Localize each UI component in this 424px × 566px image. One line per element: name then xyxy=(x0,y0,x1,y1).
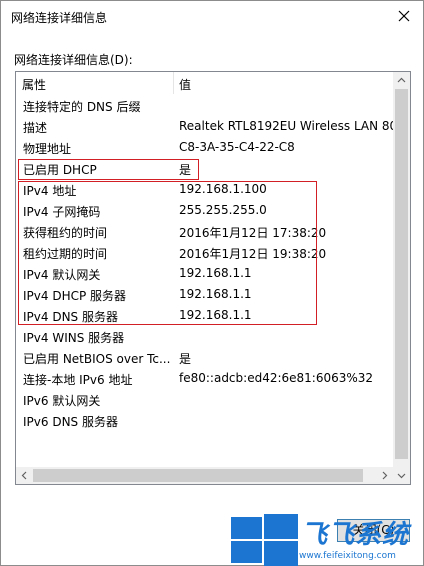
table-row[interactable]: 连接-本地 IPv6 地址 fe80::adcb:ed42:6e81:6063%3… xyxy=(16,368,396,389)
horizontal-scrollbar[interactable] xyxy=(16,467,393,484)
close-icon[interactable] xyxy=(395,7,413,25)
column-header-property[interactable]: 属性 xyxy=(22,76,46,93)
window-title: 网络连接详细信息 xyxy=(11,11,108,25)
ipv4-highlight-box xyxy=(18,181,317,325)
property-name: IPv6 DNS 服务器 xyxy=(23,415,118,429)
property-name: 已启用 NetBIOS over Tc... xyxy=(23,352,171,366)
hscroll-thumb[interactable] xyxy=(33,469,363,482)
property-name: 连接-本地 IPv6 地址 xyxy=(23,373,133,387)
property-name: 物理地址 xyxy=(23,142,72,156)
property-value: C8-3A-35-C4-22-C8 xyxy=(179,140,295,154)
table-row[interactable]: IPv6 DNS 服务器 xyxy=(16,410,396,431)
watermark-brand: 飞飞系统 xyxy=(301,520,410,550)
property-name: IPv4 WINS 服务器 xyxy=(23,331,125,345)
property-name: 连接特定的 DNS 后缀 xyxy=(23,100,141,114)
scroll-up-arrow-icon[interactable] xyxy=(393,72,410,89)
scroll-right-arrow-icon[interactable] xyxy=(376,467,393,484)
property-name: 描述 xyxy=(23,121,48,135)
vertical-scrollbar[interactable] xyxy=(393,72,410,484)
scroll-down-arrow-icon[interactable] xyxy=(393,467,410,484)
dhcp-highlight-box xyxy=(18,159,199,180)
table-row[interactable]: 连接特定的 DNS 后缀 xyxy=(16,95,396,116)
property-value: 是 xyxy=(179,352,192,366)
scroll-thumb[interactable] xyxy=(395,89,408,459)
table-row[interactable]: 描述 Realtek RTL8192EU Wireless LAN 802.11 xyxy=(16,116,410,137)
network-details-dialog: 网络连接详细信息 网络连接详细信息(D): 属性 值 连接特定的 DNS 后缀描… xyxy=(0,0,424,566)
scroll-left-arrow-icon[interactable] xyxy=(16,467,33,484)
property-name: IPv6 默认网关 xyxy=(23,394,101,408)
property-value: Realtek RTL8192EU Wireless LAN 802.11 xyxy=(179,119,411,133)
column-header-value[interactable]: 值 xyxy=(179,76,191,93)
table-row[interactable]: 物理地址 C8-3A-35-C4-22-C8 xyxy=(16,137,396,158)
property-value: fe80::adcb:ed42:6e81:6063%32 xyxy=(179,371,374,385)
watermark-url: www.feifeixitong.com xyxy=(299,551,396,561)
table-row[interactable]: IPv4 WINS 服务器 xyxy=(16,326,396,347)
list-header: 属性 值 xyxy=(16,72,410,94)
column-divider[interactable] xyxy=(173,72,174,94)
title-bar: 网络连接详细信息 xyxy=(1,1,423,32)
table-row[interactable]: IPv6 默认网关 xyxy=(16,389,396,410)
table-row[interactable]: 已启用 NetBIOS over Tc... 是 xyxy=(16,347,396,368)
details-group-label: 网络连接详细信息(D): xyxy=(14,53,133,67)
